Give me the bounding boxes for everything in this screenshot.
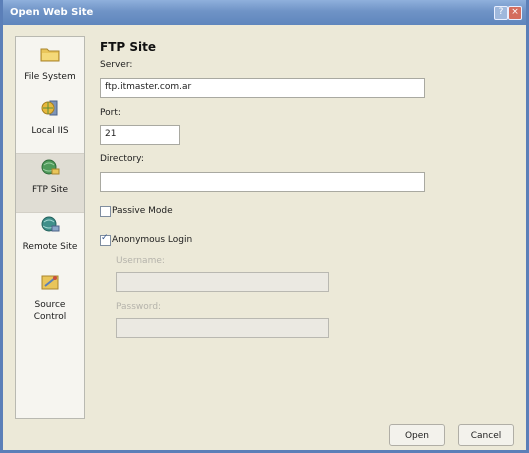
server-input[interactable]: ftp.itmaster.com.ar [100, 78, 425, 98]
sidebar-item-remote-site[interactable]: Remote Site [16, 211, 84, 269]
source-control-icon [41, 275, 59, 290]
sidebar-item-label: Local IIS [31, 126, 69, 136]
sidebar-item-ftp-site[interactable]: FTP Site [16, 153, 84, 213]
help-button[interactable]: ? [494, 6, 508, 20]
cancel-button[interactable]: Cancel [458, 424, 514, 446]
sidebar-item-label: FTP Site [31, 185, 69, 195]
folder-icon [40, 48, 60, 62]
sidebar-item-label: Remote Site [22, 242, 78, 252]
page-title: FTP Site [100, 40, 156, 54]
anonymous-login-label[interactable]: Anonymous Login [112, 235, 192, 245]
sidebar-item-label: Source Control [33, 300, 67, 322]
open-web-site-dialog: Open Web Site ? × File System Local IIS [0, 0, 529, 453]
anonymous-login-checkbox[interactable] [100, 233, 111, 246]
sidebar-item-file-system[interactable]: File System [16, 41, 84, 99]
window-title: Open Web Site [10, 7, 94, 18]
server-label: Server: [100, 60, 133, 70]
directory-label: Directory: [100, 154, 144, 164]
sidebar-item-label: File System [24, 72, 76, 82]
port-label: Port: [100, 108, 121, 118]
sidebar-item-local-iis[interactable]: Local IIS [16, 95, 84, 153]
port-input[interactable]: 21 [100, 125, 180, 145]
passive-mode-label[interactable]: Passive Mode [112, 206, 173, 216]
password-label: Password: [116, 302, 162, 312]
local-iis-icon [41, 100, 58, 116]
remote-site-icon [41, 216, 60, 232]
directory-input[interactable] [100, 172, 425, 192]
ftp-site-panel: FTP Site Server: ftp.itmaster.com.ar Por… [91, 36, 522, 417]
username-input[interactable] [116, 272, 329, 292]
password-input[interactable] [116, 318, 329, 338]
titlebar[interactable]: Open Web Site ? × [3, 0, 526, 25]
location-sidebar: File System Local IIS FTP Site Remote Si… [15, 36, 85, 419]
close-button[interactable]: × [508, 6, 522, 20]
open-button[interactable]: Open [389, 424, 445, 446]
ftp-site-icon [41, 159, 60, 175]
sidebar-item-source-control[interactable]: Source Control [16, 269, 84, 333]
passive-mode-checkbox[interactable] [100, 206, 111, 217]
username-label: Username: [116, 256, 165, 266]
